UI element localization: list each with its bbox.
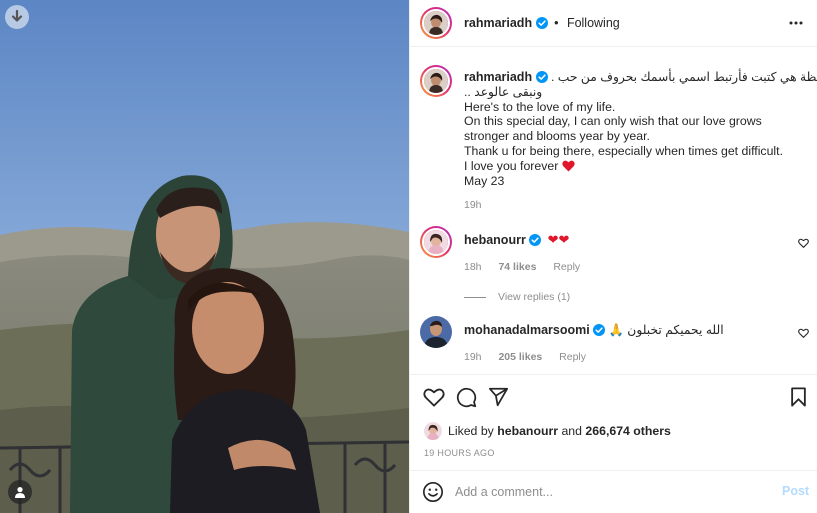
download-button[interactable]: [5, 5, 29, 29]
caption-author-avatar[interactable]: [420, 65, 452, 97]
liked-by-line: Liked by hebanourr and 266,674 others: [424, 422, 671, 440]
caption-time[interactable]: 19h: [464, 199, 482, 211]
view-replies[interactable]: View replies (1): [464, 291, 584, 303]
comment-icon[interactable]: [456, 387, 477, 408]
post-details-pane: rahmariadh • Following rahmariadh لحظة ه…: [409, 0, 817, 513]
caption-username[interactable]: rahmariadh: [464, 70, 532, 84]
caption-line-4-wrap: I love you forever: [464, 159, 804, 174]
verified-badge-icon: [535, 71, 548, 83]
caption-line-2: On this special day, I can only wish tha…: [464, 114, 762, 144]
comment-1-avatar[interactable]: [420, 226, 452, 258]
comment-1-meta: 18h 74 likes Reply: [464, 261, 594, 273]
post-header: rahmariadh • Following: [410, 0, 817, 47]
comment-composer: Post: [410, 470, 817, 513]
post-timestamp[interactable]: 19 HOURS AGO: [424, 448, 495, 458]
liked-by-and: and: [561, 424, 582, 438]
liked-by-avatar-image: [424, 422, 442, 440]
comment-1-time[interactable]: 18h: [464, 261, 482, 273]
comment-2-avatar-image: [420, 316, 452, 348]
verified-badge-icon: [593, 324, 606, 336]
post-comment-button[interactable]: Post: [782, 484, 809, 498]
comment-2-avatar[interactable]: [420, 316, 452, 348]
comment-2-text: الله يحميكم تخبلون 🙏: [608, 323, 724, 337]
more-options-icon[interactable]: [788, 15, 804, 31]
comment-2-reply-button[interactable]: Reply: [559, 351, 586, 363]
following-button[interactable]: Following: [567, 16, 620, 30]
caption-arabic-line-1: لحظة هي كتبت فأرتبط اسمي بأسمك بحروف من …: [550, 70, 817, 84]
tag-user-icon: [15, 487, 25, 498]
caption-avatar-image: [424, 69, 448, 93]
caption-meta: 19h: [464, 199, 496, 211]
liked-by-avatar[interactable]: [424, 422, 442, 440]
couple-photo-image: [0, 0, 409, 513]
save-icon[interactable]: [790, 387, 807, 407]
verified-badge-icon: [529, 234, 542, 246]
caption: rahmariadh لحظة هي كتبت فأرتبط اسمي بأسم…: [464, 70, 817, 188]
author-avatar-image: [424, 11, 448, 35]
comment-2-likes[interactable]: 205 likes: [498, 351, 542, 363]
liked-by-others[interactable]: 266,674 others: [585, 424, 670, 438]
comment-2-like-heart-icon[interactable]: [798, 328, 809, 338]
verified-badge-icon: [535, 17, 548, 29]
comment-2-time[interactable]: 19h: [464, 351, 482, 363]
separator-dot: •: [554, 16, 559, 30]
comment-1-text: ❤❤: [547, 232, 570, 247]
liked-by-user[interactable]: hebanourr: [497, 424, 558, 438]
instagram-post: rahmariadh • Following rahmariadh لحظة ه…: [0, 0, 817, 513]
caption-line-5: May 23: [464, 173, 505, 188]
comment-1: hebanourr ❤❤: [464, 232, 570, 248]
emoji-icon[interactable]: [422, 481, 444, 503]
caption-first-line: rahmariadh لحظة هي كتبت فأرتبط اسمي بأسم…: [464, 70, 817, 85]
comment-2-meta: 19h 205 likes Reply: [464, 351, 600, 363]
comment-1-avatar-image: [424, 230, 448, 254]
header-line: rahmariadh • Following: [464, 16, 620, 30]
comment-1-like-heart-icon[interactable]: [798, 238, 809, 248]
caption-line-3: Thank u for being there, especially when…: [464, 143, 783, 158]
comment-2-username[interactable]: mohanadalmarsoomi: [464, 323, 590, 337]
red-heart-emoji-icon: [562, 160, 575, 172]
comment-1-reply-button[interactable]: Reply: [553, 261, 580, 273]
comments-section: rahmariadh لحظة هي كتبت فأرتبط اسمي بأسم…: [410, 48, 817, 374]
post-photo[interactable]: [0, 0, 409, 513]
caption-line-4: I love you forever: [464, 158, 559, 173]
liked-by-prefix: Liked by: [448, 424, 494, 438]
comment-1-likes[interactable]: 74 likes: [498, 261, 536, 273]
heart-icon[interactable]: [423, 387, 445, 407]
view-replies-line: [464, 296, 486, 298]
comment-input[interactable]: [455, 482, 755, 502]
comment-1-username[interactable]: hebanourr: [464, 233, 526, 247]
caption-line-1: Here's to the love of my life.: [464, 99, 616, 114]
author-username[interactable]: rahmariadh: [464, 16, 532, 30]
download-icon: [11, 10, 23, 22]
comment-2: mohanadalmarsoomi الله يحميكم تخبلون 🙏: [464, 323, 724, 338]
caption-arabic-line-2: ونبقى عالوعد ..: [464, 84, 543, 99]
share-icon[interactable]: [488, 387, 509, 407]
view-replies-label[interactable]: View replies (1): [498, 291, 570, 303]
post-actions: Liked by hebanourr and 266,674 others 19…: [410, 374, 817, 470]
author-avatar[interactable]: [420, 7, 452, 39]
tagged-users-button[interactable]: [8, 480, 32, 504]
